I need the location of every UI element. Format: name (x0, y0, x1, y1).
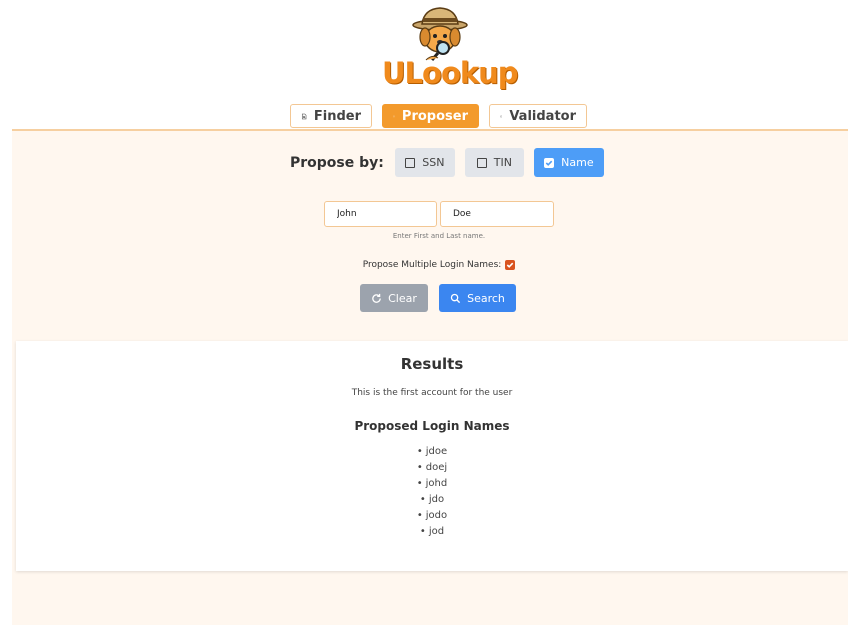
clear-button[interactable]: Clear (360, 284, 428, 312)
multiple-login-checkbox[interactable] (505, 260, 516, 270)
checkbox-empty-icon (476, 157, 487, 168)
list-item: • doej (416, 462, 448, 473)
option-tin-label: TIN (493, 156, 512, 169)
proposed-name: jdoe (425, 446, 448, 457)
list-item: • jodo (416, 510, 448, 521)
name-inputs (324, 201, 554, 227)
proposer-panel: Propose by: SSN TIN Name Enter First and… (12, 131, 848, 625)
proposed-name: jodo (425, 510, 448, 521)
header: ULookup Finder Proposer Validator (0, 0, 848, 130)
name-hint: Enter First and Last name. (392, 232, 486, 240)
results-card: Results This is the first account for th… (16, 341, 848, 571)
list-item: • jdoe (416, 446, 448, 457)
tab-validator-label: Validator (509, 108, 576, 124)
proposed-name: doej (425, 462, 448, 473)
logo-text: ULookup (382, 56, 519, 90)
tab-finder-label: Finder (313, 108, 361, 124)
list-item: • jdo (419, 494, 445, 505)
proposed-name: jod (428, 526, 445, 537)
logo: ULookup (380, 4, 519, 92)
tab-finder[interactable]: Finder (290, 104, 372, 128)
badge-check-icon (500, 114, 503, 118)
tab-validator[interactable]: Validator (489, 104, 587, 128)
refresh-icon (372, 293, 381, 303)
list-item: • johd (416, 478, 448, 489)
propose-by-row: Propose by: SSN TIN Name (290, 148, 614, 177)
tab-proposer-label: Proposer (401, 108, 468, 124)
clear-button-label: Clear (388, 291, 417, 305)
proposed-names-list: • jdoe • doej • johd • jdo • jodo • jod (16, 444, 848, 540)
multiple-login-row: Propose Multiple Login Names: (324, 260, 554, 270)
search-file-icon (301, 113, 307, 119)
checkbox-empty-icon (405, 157, 416, 168)
option-ssn-label: SSN (422, 156, 445, 169)
option-name-label: Name (561, 156, 594, 169)
search-button-label: Search (467, 291, 505, 305)
tab-bar: Finder Proposer Validator (290, 104, 587, 128)
proposed-name: johd (425, 478, 448, 489)
option-ssn-button[interactable]: SSN (394, 148, 455, 177)
checkbox-checked-icon (544, 157, 555, 168)
first-name-input[interactable] (324, 201, 437, 227)
action-buttons: Clear Search (360, 284, 516, 312)
option-tin-button[interactable]: TIN (464, 148, 524, 177)
multiple-login-label: Propose Multiple Login Names: (362, 260, 502, 270)
tab-proposer[interactable]: Proposer (382, 104, 479, 128)
results-title: Results (400, 355, 464, 373)
detective-dog-icon (412, 7, 468, 61)
last-name-input[interactable] (440, 201, 554, 227)
lightbulb-icon (393, 115, 395, 117)
search-button[interactable]: Search (439, 284, 516, 312)
proposed-names-heading: Proposed Login Names (354, 419, 510, 433)
option-name-button[interactable]: Name (533, 148, 604, 177)
proposed-name: jdo (428, 494, 445, 505)
search-icon (450, 293, 461, 303)
propose-by-label: Propose by: (290, 154, 384, 171)
results-note: This is the first account for the user (351, 388, 513, 398)
list-item: • jod (419, 526, 445, 537)
